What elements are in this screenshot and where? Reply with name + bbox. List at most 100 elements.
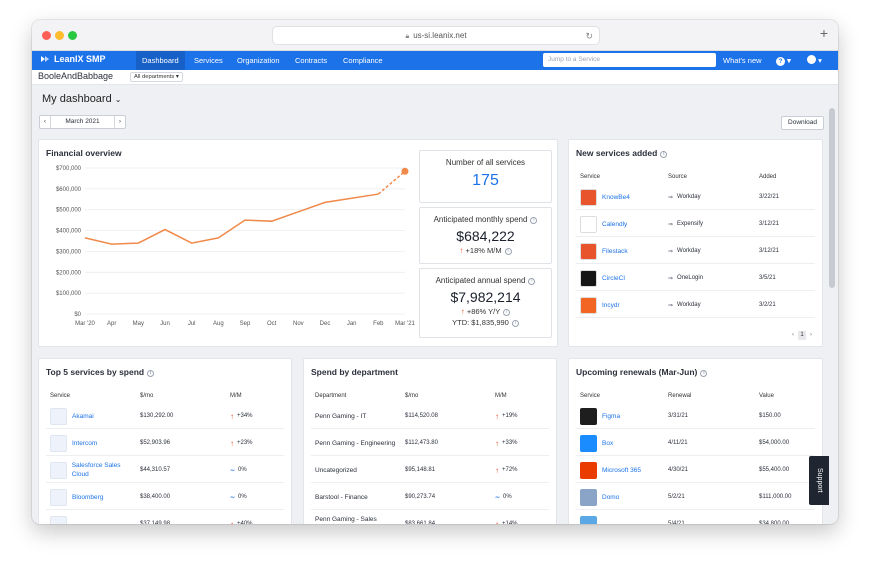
info-icon[interactable]: i	[528, 278, 536, 285]
current-month: March 2021	[65, 118, 100, 125]
info-icon[interactable]: i	[660, 151, 668, 158]
info-icon[interactable]: i	[504, 248, 512, 255]
stat-label: Anticipated annual spend i	[420, 276, 551, 285]
info-icon[interactable]: i	[503, 309, 511, 316]
nav-organization[interactable]: Organization	[231, 51, 286, 70]
x-tick-label: Mar '21	[395, 321, 415, 327]
service-logo-icon	[580, 215, 597, 233]
y-tick-label: $500,000	[56, 208, 82, 214]
prev-page-button[interactable]: ‹	[789, 331, 797, 340]
change-text: +14%	[502, 521, 518, 524]
x-tick-label: Oct	[267, 321, 277, 327]
user-menu[interactable]: ▾	[801, 51, 828, 70]
info-icon[interactable]: i	[147, 370, 155, 377]
support-tab[interactable]: Support	[809, 456, 829, 505]
department-name[interactable]: Barstool - Finance	[315, 493, 368, 502]
table-row[interactable]: Penn Gaming - Engineering $112,473.80 ↑ +33…	[311, 430, 549, 456]
card-title-text: New services added	[576, 148, 658, 158]
table-row[interactable]: Akamai $130,292.00 ↑ +34%	[46, 403, 284, 429]
renewal-date: 4/30/21	[668, 467, 689, 473]
department-name[interactable]: Penn Gaming - Engineering	[315, 439, 395, 448]
nav-contracts[interactable]: Contracts	[289, 51, 333, 70]
ytd-spend: YTD: $1,835,990 i	[420, 318, 551, 327]
table-row[interactable]: Filestack ⇒ Workday 3/12/21	[576, 238, 815, 264]
service-link[interactable]: Intercom	[72, 439, 97, 448]
service-link[interactable]: Figma	[602, 413, 620, 420]
table-row[interactable]: Bloomberg $38,400.00 ∼ 0%	[46, 484, 284, 510]
help-menu[interactable]: ? ▾	[770, 51, 797, 70]
next-page-button[interactable]: ›	[807, 331, 815, 340]
column-header: Service	[50, 393, 71, 399]
service-logo-icon	[50, 434, 67, 452]
url-text: us-si.leanix.net	[413, 31, 467, 40]
service-link[interactable]: KnowBe4	[602, 194, 630, 201]
table-row[interactable]: Penn Gaming - Sales Operations$83,661.84…	[311, 511, 549, 524]
brand[interactable]: LeanIX SMP	[40, 54, 106, 64]
page-scrollbar[interactable]	[829, 108, 835, 288]
table-row[interactable]: KnowBe4 ⇒ Workday 3/22/21	[576, 184, 815, 210]
table-row[interactable]: Penn Gaming - IT $114,520.08 ↑ +19%	[311, 403, 549, 429]
nav-dashboard[interactable]: Dashboard	[136, 51, 185, 70]
context-bar: BooleAndBabbage All departments ▾	[32, 70, 838, 85]
change-text: 0%	[503, 494, 512, 500]
table-row[interactable]: Microsoft 365 4/30/21 $55,400.00	[576, 457, 815, 483]
service-link[interactable]: Microsoft 365	[602, 467, 641, 474]
service-link[interactable]: CircleCI	[602, 275, 625, 282]
download-button[interactable]: Download	[781, 116, 824, 130]
whats-new-link[interactable]: What's new	[717, 51, 768, 70]
table-row[interactable]: Salesforce Sales Cloud $44,310.57 ∼ 0%	[46, 457, 284, 483]
renewal-value: $54,000.00	[759, 440, 790, 446]
table-row[interactable]: Box 4/11/21 $54,000.00	[576, 430, 815, 456]
table-row[interactable]: Uncategorized $95,148.81 ↑ +72%	[311, 457, 549, 483]
change-cell: ∼ 0%	[495, 484, 512, 510]
minimize-window-button[interactable]	[55, 31, 64, 40]
table-row[interactable]: Intercom $52,903.96 ↑ +23%	[46, 430, 284, 456]
zoom-window-button[interactable]	[68, 31, 77, 40]
department-name[interactable]: Penn Gaming - IT	[315, 412, 366, 421]
service-link[interactable]: Salesforce Sales Cloud	[72, 461, 138, 479]
service-cell: Incydr	[580, 292, 620, 318]
info-icon[interactable]: i	[530, 217, 538, 224]
info-icon[interactable]: i	[511, 320, 519, 327]
prev-month-button[interactable]: ‹	[40, 116, 51, 128]
nav-services[interactable]: Services	[188, 51, 229, 70]
table-row[interactable]: Domo 5/2/21 $111,000.00	[576, 484, 815, 510]
next-month-button[interactable]: ›	[114, 116, 125, 128]
column-header: Added	[759, 174, 777, 180]
renewal-date: 4/11/21	[668, 440, 688, 446]
info-icon[interactable]: i	[700, 370, 708, 377]
close-window-button[interactable]	[42, 31, 51, 40]
chevron-down-icon: ⌄	[114, 95, 122, 104]
y-tick-label: $100,000	[56, 291, 82, 297]
service-link[interactable]: Akamai	[72, 412, 94, 421]
service-link[interactable]: Domo	[602, 494, 619, 501]
renewal-date: 5/2/21	[668, 494, 685, 500]
department-select[interactable]: All departments ▾	[130, 72, 183, 82]
table-row[interactable]: Barstool - Finance $90,273.74 ∼ 0%	[311, 484, 549, 510]
current-point[interactable]	[401, 167, 409, 175]
department-name[interactable]: Penn Gaming - Sales Operations	[315, 515, 403, 524]
new-tab-button[interactable]: +	[820, 25, 828, 41]
service-link[interactable]: Bloomberg	[72, 493, 103, 502]
table-row[interactable]: $37,149.98 ↑ +40%	[46, 511, 284, 524]
reload-icon[interactable]: ↻	[585, 27, 593, 45]
workspace-name[interactable]: BooleAndBabbage	[38, 71, 113, 81]
nav-compliance[interactable]: Compliance	[337, 51, 389, 70]
table-row[interactable]: CircleCI ⇒ OneLogin 3/5/21	[576, 265, 815, 291]
page-1-button[interactable]: 1	[798, 331, 806, 340]
table-row[interactable]: 5/4/21 $34,800.00	[576, 511, 815, 524]
jump-to-service-input[interactable]: Jump to a Service	[543, 53, 716, 67]
service-link[interactable]: Box	[602, 440, 613, 447]
table-row[interactable]: Figma 3/31/21 $150.00	[576, 403, 815, 429]
address-bar[interactable]: 🔒︎ us-si.leanix.net ↻	[272, 26, 600, 45]
service-link[interactable]: Calendly	[602, 221, 627, 228]
spend-value: $38,400.00	[140, 494, 171, 500]
table-row[interactable]: Calendly ⇒ Expensify 3/12/21	[576, 211, 815, 237]
table-row[interactable]: Incydr ⇒ Workday 3/2/21	[576, 292, 815, 318]
department-name[interactable]: Uncategorized	[315, 466, 357, 475]
page-title[interactable]: My dashboard ⌄	[42, 93, 121, 105]
renewal-date: 5/4/21	[668, 521, 685, 524]
service-link[interactable]: Incydr	[602, 302, 620, 309]
browser-toolbar: 🔒︎ us-si.leanix.net ↻ +	[32, 20, 838, 51]
service-link[interactable]: Filestack	[602, 248, 628, 255]
